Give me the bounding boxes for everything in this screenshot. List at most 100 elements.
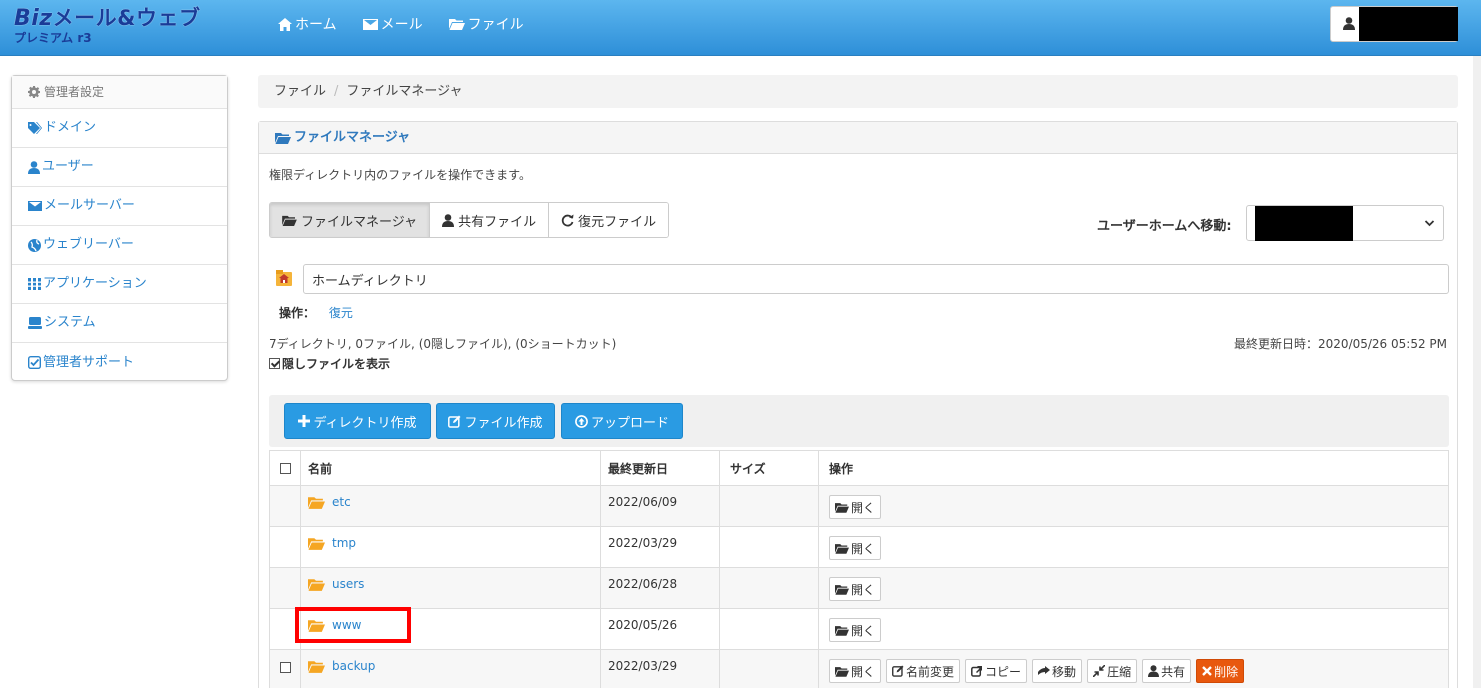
sidebar-item-user[interactable]: ユーザー [12,148,227,187]
selected-user-redacted [1255,206,1353,241]
folder-open-icon [835,543,849,554]
folder-link[interactable]: www [308,618,361,632]
home-icon [278,17,292,31]
column-header-size[interactable]: サイズ [720,451,819,485]
folder-link[interactable]: tmp [308,536,356,550]
table-row: tmp 2022/03/29 開く [270,527,1448,568]
sidebar-item-domain[interactable]: ドメイン [12,109,227,148]
sidebar-item-label: システム [44,315,96,330]
create-file-button[interactable]: ファイル作成 [436,403,555,439]
folder-open-icon [282,215,297,226]
folder-link[interactable]: backup [308,659,375,673]
sidebar-item-label: メールサーバー [44,198,135,213]
edit-icon [448,415,461,428]
tab-label: 復元ファイル [578,214,657,230]
create-directory-button[interactable]: ディレクトリ作成 [284,403,431,439]
nav-home[interactable]: ホーム [278,14,337,34]
app-logo[interactable]: Bizメール&ウェブ プレミアム r3 [14,6,200,45]
user-menu-button[interactable] [1330,6,1458,42]
tab-file-manager[interactable]: ファイルマネージャ [270,203,431,237]
plus-icon [298,415,311,427]
folder-link[interactable]: etc [308,495,351,509]
table-row: users 2022/06/28 開く [270,568,1448,609]
delete-button[interactable]: 削除 [1196,659,1245,683]
edit-icon [892,665,904,677]
open-button[interactable]: 開く [829,495,882,519]
directory-summary: 7ディレクトリ, 0ファイル, (0隠しファイル), (0ショートカット) [269,337,617,351]
main-nav: ホーム メール ファイル [278,14,524,34]
table-header: 名前 最終更新日 サイズ 操作 [270,451,1448,486]
open-button[interactable]: 開く [829,536,882,560]
mail-icon [28,201,42,211]
folder-link[interactable]: users [308,577,364,591]
show-hidden-checkbox[interactable] [269,358,280,369]
button-label: 開く [851,582,876,597]
button-label: 開く [851,623,876,638]
compress-button[interactable]: 圧縮 [1087,659,1138,683]
folder-open-icon [835,502,849,513]
mail-icon [362,18,378,30]
tab-label: ファイルマネージャ [301,214,418,230]
page-scrollbar[interactable] [1473,56,1481,688]
modified-date: 2022/03/29 [601,527,720,567]
column-header-name[interactable]: 名前 [301,451,601,485]
open-button[interactable]: 開く [829,659,882,683]
panel-title: ファイルマネージャ [259,122,1457,154]
folder-name: tmp [332,536,357,550]
button-label: 開く [851,541,876,556]
move-button[interactable]: 移動 [1032,659,1083,683]
nav-mail[interactable]: メール [362,14,423,34]
user-icon [1343,17,1355,30]
move-to-user-home-label: ユーザーホームへ移動: [1097,219,1232,234]
rename-button[interactable]: 名前変更 [886,659,961,683]
open-button[interactable]: 開く [829,577,882,601]
folder-name: backup [332,659,376,673]
folder-open-icon [308,660,325,673]
sidebar-item-web-server[interactable]: ウェブリーバー [12,226,227,265]
sidebar-item-applications[interactable]: アプリケーション [12,265,227,304]
tab-restore-files[interactable]: 復元ファイル [549,203,669,237]
nav-file[interactable]: ファイル [448,14,524,34]
file-size [720,486,819,526]
user-home-select[interactable] [1246,205,1444,241]
apps-icon [28,278,41,290]
modified-date: 2022/03/29 [601,650,720,688]
row-checkbox[interactable] [279,662,291,673]
logo-subtitle: プレミアム r3 [14,31,92,45]
action-bar: ディレクトリ作成 ファイル作成 アップロード [269,395,1449,447]
server-icon [28,317,42,329]
admin-sidebar: 管理者設定 ドメイン ユーザー メールサーバー ウェブリーバー アプリケーション… [11,75,228,381]
sidebar-item-mail-server[interactable]: メールサーバー [12,187,227,226]
top-nav: Bizメール&ウェブ プレミアム r3 ホーム メール ファイル [0,0,1481,56]
file-size [720,568,819,608]
button-label: 名前変更 [906,664,955,679]
column-header-date[interactable]: 最終更新日 [601,451,720,485]
folder-name: users [332,577,365,591]
sidebar-title: 管理者設定 [44,85,105,99]
show-hidden-label: 隠しファイルを表示 [282,357,391,371]
last-updated: 最終更新日時：2020/05/26 05:52 PM [1234,337,1447,351]
folder-open-icon [308,496,325,509]
show-hidden-toggle[interactable]: 隠しファイルを表示 [269,355,390,372]
sidebar-item-system[interactable]: システム [12,304,227,343]
breadcrumb-separator: / [334,84,339,99]
table-row: backup 2022/03/29 開く 名前変更 コピー 移動 圧縮 共有 削… [270,650,1448,688]
path-input[interactable] [303,264,1449,294]
sidebar-item-admin-support[interactable]: 管理者サポート [12,343,227,382]
restore-link[interactable]: 復元 [329,306,353,320]
open-button[interactable]: 開く [829,618,882,642]
refresh-icon [561,214,574,226]
button-label: ファイル作成 [464,415,543,431]
button-label: 移動 [1052,664,1077,679]
operation-label: 操作： [279,306,316,320]
sidebar-item-label: ウェブリーバー [43,237,134,252]
upload-button[interactable]: アップロード [561,403,683,439]
breadcrumb-file[interactable]: ファイル [274,84,326,99]
select-all-checkbox[interactable] [279,462,291,474]
share-button[interactable]: 共有 [1142,659,1192,683]
logo-biz: Biz [14,6,53,31]
tab-shared-files[interactable]: 共有ファイル [430,203,550,237]
breadcrumb-file-manager: ファイルマネージャ [346,84,463,99]
folder-icon [448,19,465,30]
copy-button[interactable]: コピー [965,659,1028,683]
